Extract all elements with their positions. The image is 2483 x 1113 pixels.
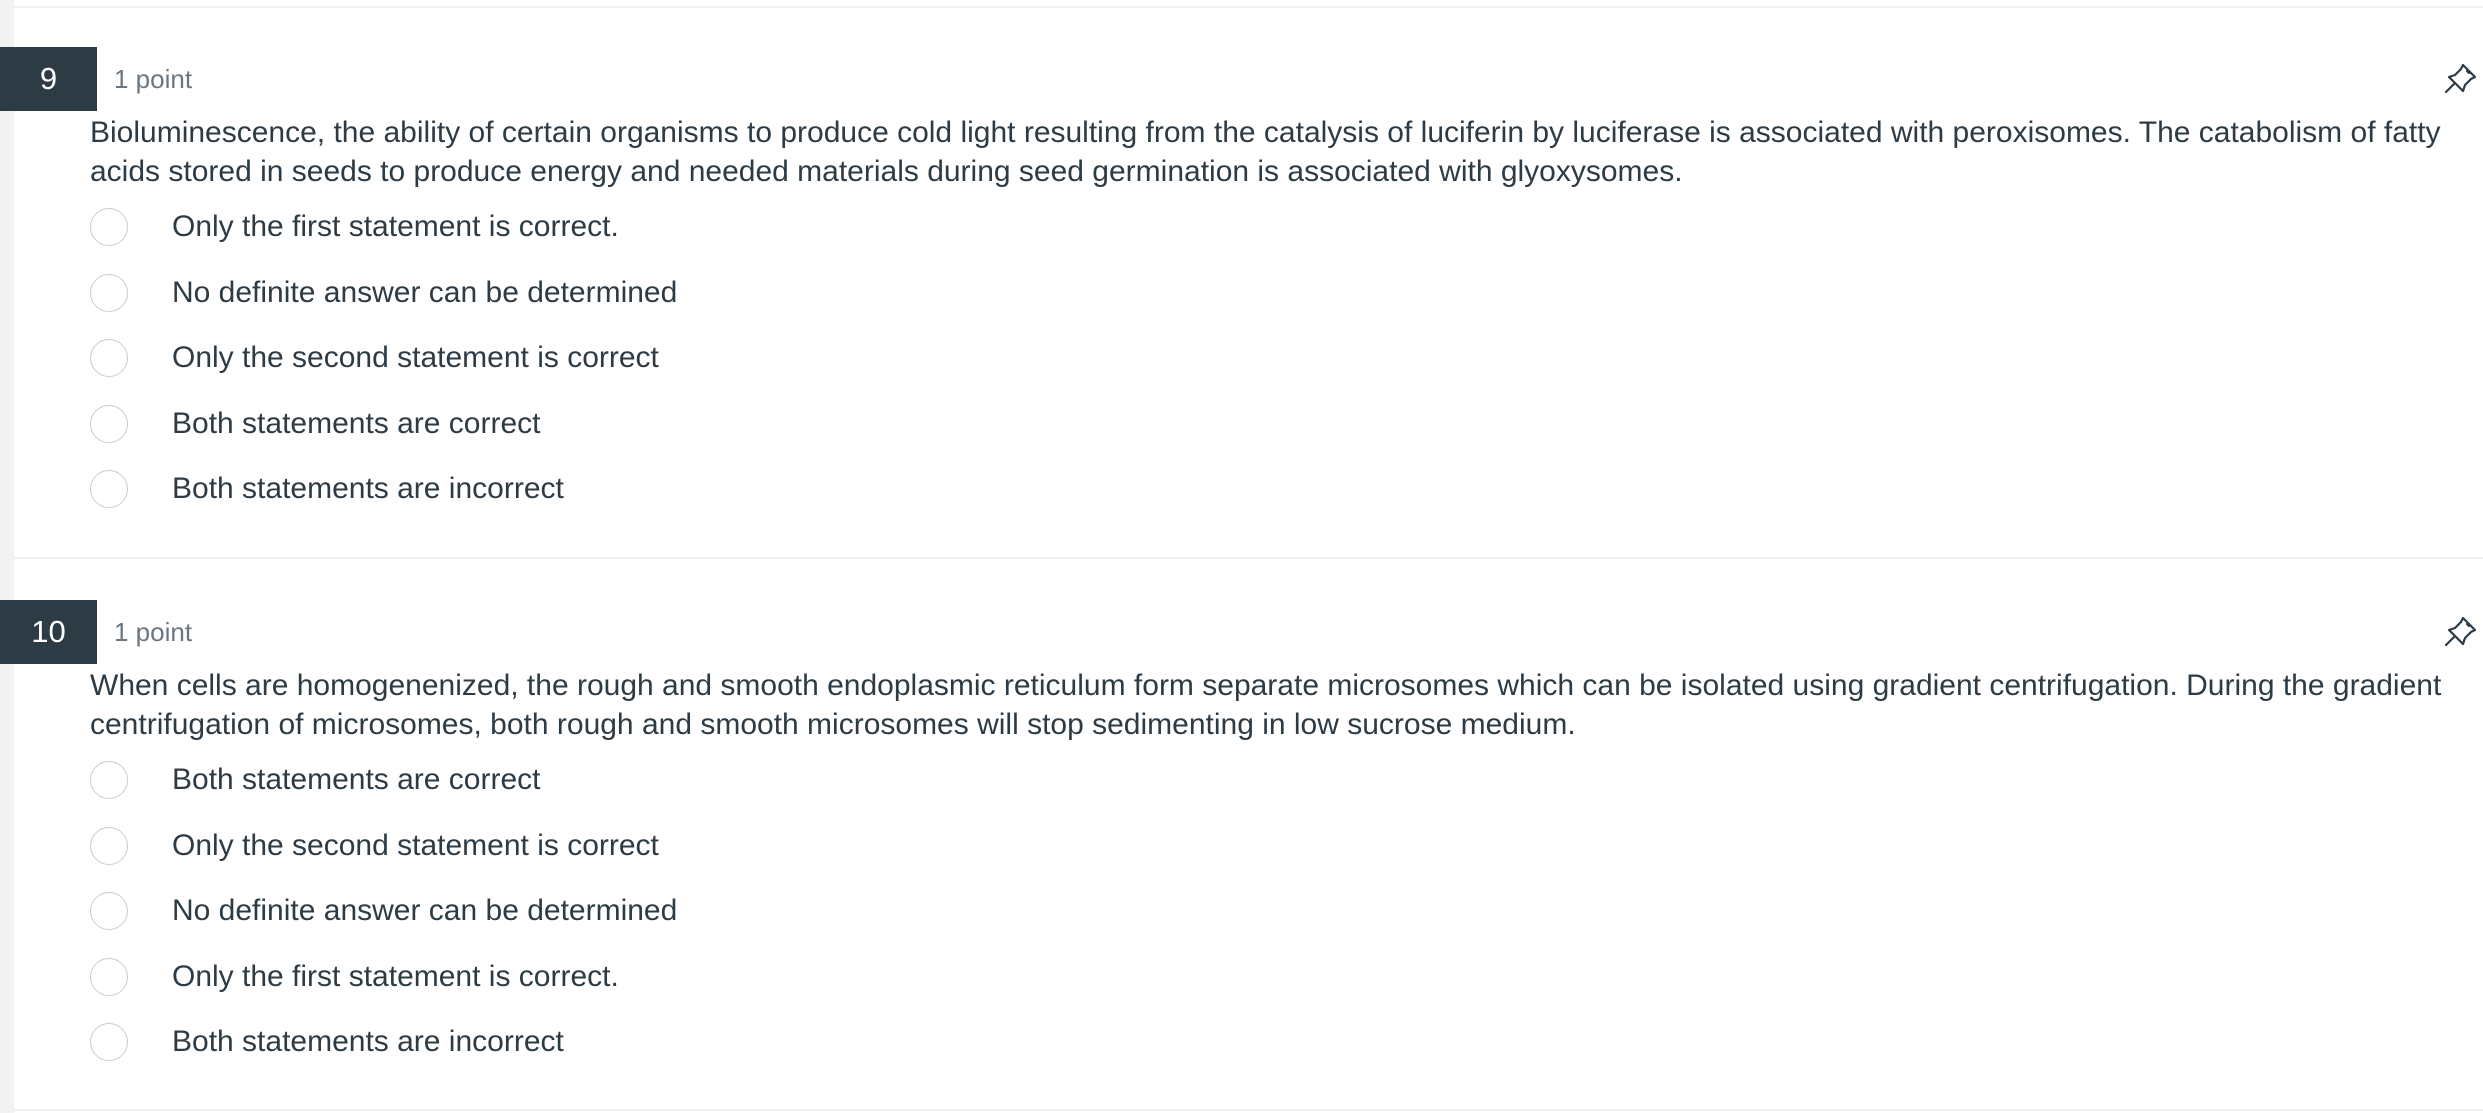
radio-button[interactable] [90, 892, 128, 930]
answer-label: Both statements are correct [172, 407, 541, 440]
pin-icon[interactable] [2441, 59, 2481, 99]
radio-button[interactable] [90, 761, 128, 799]
answer-option[interactable]: Both statements are incorrect [90, 467, 564, 511]
answer-option[interactable]: Both statements are incorrect [90, 1020, 564, 1064]
question-number-badge: 10 [0, 600, 97, 664]
radio-button[interactable] [90, 958, 128, 996]
answer-option[interactable]: Only the first statement is correct. [90, 205, 619, 249]
answer-option[interactable]: Only the second statement is correct [90, 336, 659, 380]
answer-label: Only the first statement is correct. [172, 210, 619, 243]
answer-label: No definite answer can be determined [172, 276, 678, 309]
answer-option[interactable]: No definite answer can be determined [90, 271, 677, 315]
quiz-page: 9 1 point Bioluminescence, the ability o… [0, 0, 2483, 1113]
answer-option[interactable]: No definite answer can be determined [90, 889, 677, 933]
answer-option[interactable]: Both statements are correct [90, 402, 541, 446]
divider-bottom [14, 1109, 2483, 1111]
answer-label: Both statements are incorrect [172, 472, 564, 505]
question-number-badge: 9 [0, 47, 97, 111]
divider-between-questions [14, 557, 2483, 559]
answer-option[interactable]: Both statements are correct [90, 758, 541, 802]
radio-button[interactable] [90, 827, 128, 865]
question-points: 1 point [114, 617, 193, 647]
answer-option[interactable]: Only the first statement is correct. [90, 955, 619, 999]
answer-label: Only the first statement is correct. [172, 960, 619, 993]
answer-label: Both statements are correct [172, 763, 541, 796]
radio-button[interactable] [90, 470, 128, 508]
answer-label: No definite answer can be determined [172, 894, 678, 927]
pin-icon[interactable] [2441, 612, 2481, 652]
radio-button[interactable] [90, 208, 128, 246]
divider-top [14, 6, 2483, 8]
radio-button[interactable] [90, 1023, 128, 1061]
left-rail [0, 0, 14, 1113]
question-text: When cells are homogenenized, the rough … [90, 669, 2442, 741]
radio-button[interactable] [90, 405, 128, 443]
radio-button[interactable] [90, 274, 128, 312]
question-text: Bioluminescence, the ability of certain … [90, 116, 2441, 188]
answer-label: Only the second statement is correct [172, 829, 659, 862]
question-points: 1 point [114, 64, 193, 94]
answer-label: Both statements are incorrect [172, 1025, 564, 1058]
radio-button[interactable] [90, 339, 128, 377]
answer-option[interactable]: Only the second statement is correct [90, 824, 659, 868]
answer-label: Only the second statement is correct [172, 341, 659, 374]
